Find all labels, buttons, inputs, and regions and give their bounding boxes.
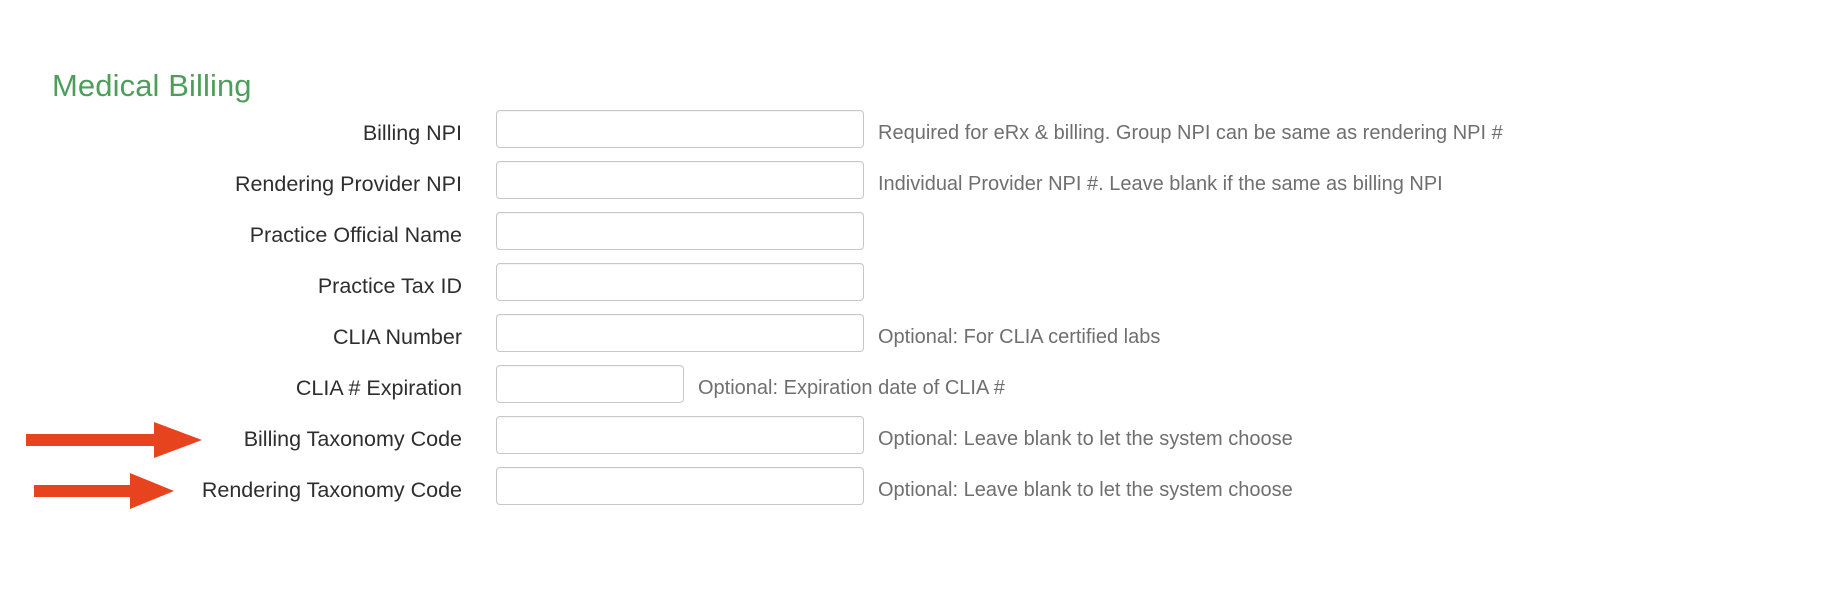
field-helper-text: Optional: For CLIA certified labs <box>878 326 1161 348</box>
medical-billing-form: Billing NPI Required for eRx & billing. G… <box>0 110 1840 518</box>
field-wrapper <box>496 416 864 454</box>
form-row: CLIA Number Optional: For CLIA certified … <box>0 314 1840 365</box>
field-helper-text: Individual Provider NPI #. Leave blank i… <box>878 173 1443 195</box>
form-row: CLIA # Expiration Optional: Expiration da… <box>0 365 1840 416</box>
form-row: Rendering Provider NPI Individual Provide… <box>0 161 1840 212</box>
field-helper-text: Optional: Leave blank to let the system … <box>878 479 1293 501</box>
medical-billing-settings-page: Medical Billing Billing NPI Required for … <box>0 0 1840 608</box>
form-row: Billing NPI Required for eRx & billing. G… <box>0 110 1840 161</box>
input-billing-npi[interactable] <box>496 110 864 148</box>
field-wrapper <box>496 365 684 403</box>
arrow-billing-taxonomy-icon <box>26 420 202 460</box>
input-practice-tax-id[interactable] <box>496 263 864 301</box>
arrow-rendering-taxonomy-icon <box>34 471 174 511</box>
input-clia-expiration[interactable] <box>496 365 684 403</box>
field-wrapper <box>496 314 864 352</box>
form-row: Rendering Taxonomy Code Optional: Leave b… <box>0 467 1840 518</box>
field-label: Practice Official Name <box>249 223 462 247</box>
input-clia-number[interactable] <box>496 314 864 352</box>
field-label: CLIA # Expiration <box>295 376 462 400</box>
field-helper-text: Required for eRx & billing. Group NPI ca… <box>878 122 1503 144</box>
field-label: Billing NPI <box>362 121 462 145</box>
form-row: Practice Tax ID <box>0 263 1840 314</box>
form-row: Practice Official Name <box>0 212 1840 263</box>
input-rendering-provider-npi[interactable] <box>496 161 864 199</box>
field-wrapper <box>496 161 864 199</box>
field-label: Rendering Provider NPI <box>234 172 462 196</box>
page-title: Medical Billing <box>52 67 252 103</box>
input-practice-official-name[interactable] <box>496 212 864 250</box>
field-wrapper <box>496 263 864 301</box>
field-label: Practice Tax ID <box>317 274 462 298</box>
input-rendering-taxonomy-code[interactable] <box>496 467 864 505</box>
field-wrapper <box>496 212 864 250</box>
field-helper-text: Optional: Leave blank to let the system … <box>878 428 1293 450</box>
input-billing-taxonomy-code[interactable] <box>496 416 864 454</box>
form-row: Billing Taxonomy Code Optional: Leave bla… <box>0 416 1840 467</box>
field-wrapper <box>496 467 864 505</box>
field-wrapper <box>496 110 864 148</box>
field-helper-text: Optional: Expiration date of CLIA # <box>698 377 1005 399</box>
field-label: CLIA Number <box>332 325 462 349</box>
